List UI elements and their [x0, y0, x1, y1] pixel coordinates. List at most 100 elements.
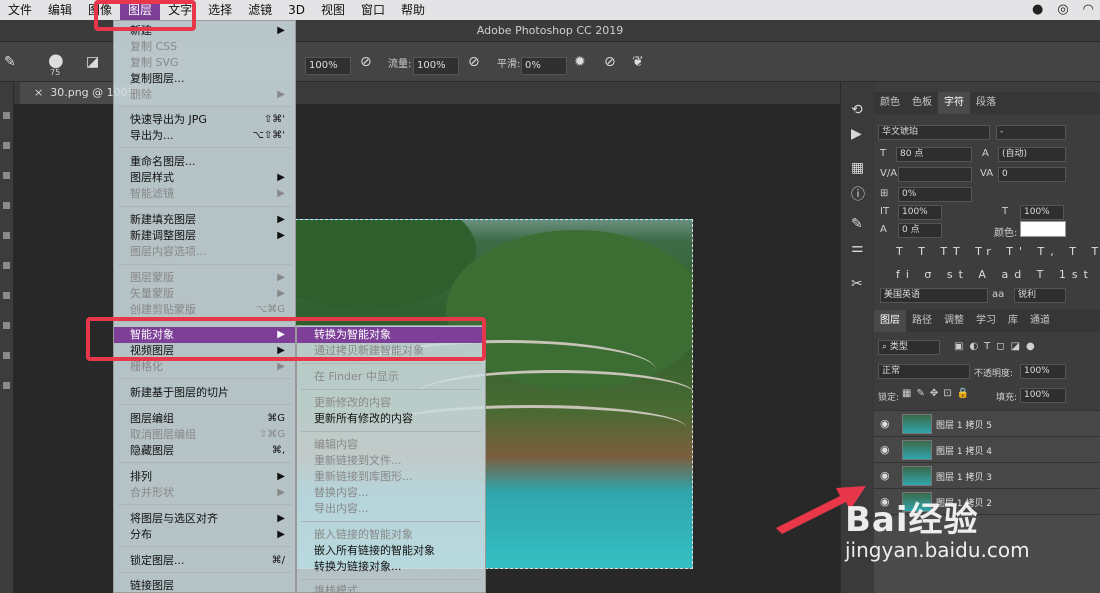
tab-paths[interactable]: 路径 — [906, 310, 938, 332]
tracking-field[interactable]: 0 — [998, 167, 1066, 182]
tab-channels[interactable]: 通道 — [1024, 310, 1056, 332]
airbrush-icon[interactable]: ⊘ — [468, 54, 480, 70]
tab-color[interactable]: 颜色 — [874, 92, 906, 114]
adjust-panel-icon[interactable]: ⚌ — [851, 240, 864, 256]
submenu-item-stack-mode[interactable]: 堆栈模式 — [297, 583, 485, 593]
menu-item-distribute[interactable]: 分布▶ — [114, 527, 295, 543]
visibility-eye-icon[interactable]: ◉ — [880, 417, 890, 430]
vscale-field[interactable]: 100% — [898, 205, 942, 220]
symmetry-icon[interactable]: ❦ — [632, 54, 644, 70]
visibility-eye-icon[interactable]: ◉ — [880, 443, 890, 456]
tsume-field[interactable]: 0% — [898, 187, 972, 202]
menu-item-combine-shapes[interactable]: 合并形状▶ — [114, 485, 295, 501]
visibility-eye-icon[interactable]: ◉ — [880, 469, 890, 482]
brush-settings-icon[interactable]: ◪ — [86, 54, 99, 70]
menu-window[interactable]: 窗口 — [353, 0, 393, 20]
menu-item-quick-export-jpg[interactable]: 快速导出为 JPG⇧⌘' — [114, 112, 295, 128]
menu-item-layer-mask[interactable]: 图层蒙版▶ — [114, 270, 295, 286]
lock-icons[interactable]: ▦✎✥⊡🔒 — [902, 388, 974, 399]
stamp-tool-icon[interactable] — [3, 292, 10, 299]
tab-libraries[interactable]: 库 — [1002, 310, 1024, 332]
pressure-opacity-icon[interactable]: ⊘ — [360, 54, 372, 70]
menu-item-copy-svg[interactable]: 复制 SVG — [114, 55, 295, 71]
language-select[interactable]: 美国英语 — [880, 288, 988, 303]
pen-tool-icon[interactable] — [3, 382, 10, 389]
close-tab-icon[interactable]: × — [34, 86, 50, 99]
menu-item-new-adjustment-layer[interactable]: 新建调整图层▶ — [114, 228, 295, 244]
kerning-field[interactable] — [898, 167, 972, 182]
pressure-size-icon[interactable]: ⊘ — [604, 54, 616, 70]
smoothing-options-icon[interactable]: ✹ — [574, 54, 586, 70]
menu-view[interactable]: 视图 — [313, 0, 353, 20]
submenu-item-embed-all-linked[interactable]: 嵌入所有链接的智能对象 — [297, 543, 485, 559]
menu-item-layer-content-options[interactable]: 图层内容选项... — [114, 244, 295, 260]
baseline-field[interactable]: 0 点 — [898, 223, 942, 238]
menu-item-export-as[interactable]: 导出为...⌥⇧⌘' — [114, 128, 295, 144]
menu-item-duplicate-layer[interactable]: 复制图层... — [114, 71, 295, 87]
menu-item-new-fill-layer[interactable]: 新建填充图层▶ — [114, 212, 295, 228]
submenu-item-update-modified[interactable]: 更新修改的内容 — [297, 395, 485, 411]
layer-filter-icons[interactable]: ▣◐T◻◪● — [954, 341, 1041, 352]
smooth-field[interactable]: 0% — [521, 57, 567, 75]
menu-3d[interactable]: 3D — [280, 0, 313, 20]
wifi-icon[interactable]: ◠ — [1083, 2, 1094, 17]
tab-paragraph[interactable]: 段落 — [970, 92, 1002, 114]
info-icon[interactable]: ⓘ — [851, 184, 865, 204]
tab-layers[interactable]: 图层 — [874, 310, 906, 332]
menu-item-clipping-mask[interactable]: 创建剪贴蒙版⌥⌘G — [114, 302, 295, 318]
play-action-icon[interactable]: ▶ — [851, 126, 862, 142]
antialias-select[interactable]: 锐利 — [1014, 288, 1066, 303]
brush-tool-side-icon[interactable] — [3, 262, 10, 269]
tab-adjustments[interactable]: 调整 — [938, 310, 970, 332]
layer-row[interactable]: ◉ 图层 1 拷贝 5 — [874, 410, 1100, 436]
layer-row[interactable]: ◉ 图层 1 拷贝 3 — [874, 462, 1100, 488]
text-style-buttons[interactable]: T T TT Tr T' T, T T — [896, 245, 1100, 258]
qq-icon[interactable]: ● — [1032, 2, 1043, 17]
opacity-field[interactable]: 100% — [305, 57, 351, 75]
menu-item-smart-filter[interactable]: 智能滤镜▶ — [114, 186, 295, 202]
text-color-swatch[interactable] — [1020, 221, 1066, 237]
menu-item-rename-layer[interactable]: 重命名图层... — [114, 154, 295, 170]
tab-learn[interactable]: 学习 — [970, 310, 1002, 332]
brush-tool-icon[interactable]: ✎ — [4, 54, 16, 70]
menu-select[interactable]: 选择 — [200, 0, 240, 20]
menu-item-layer-style[interactable]: 图层样式▶ — [114, 170, 295, 186]
menu-item-rasterize[interactable]: 栅格化▶ — [114, 359, 295, 375]
tab-character[interactable]: 字符 — [938, 92, 970, 114]
crop-tool-icon[interactable] — [3, 202, 10, 209]
font-size-field[interactable]: 80 点 — [896, 147, 972, 162]
hscale-field[interactable]: 100% — [1020, 205, 1064, 220]
tab-swatches[interactable]: 色板 — [906, 92, 938, 114]
menu-item-copy-css[interactable]: 复制 CSS — [114, 39, 295, 55]
submenu-item-edit-contents[interactable]: 编辑内容 — [297, 437, 485, 453]
libraries-icon[interactable]: ▦ — [851, 160, 864, 176]
submenu-item-relink-to-file[interactable]: 重新链接到文件... — [297, 453, 485, 469]
marquee-tool-icon[interactable] — [3, 142, 10, 149]
history-icon[interactable]: ⟲ — [851, 102, 863, 118]
submenu-item-relink-to-library[interactable]: 重新链接到库图形... — [297, 469, 485, 485]
layer-filter-select[interactable]: ⌕ 类型 — [878, 340, 940, 355]
eyedropper-tool-icon[interactable] — [3, 232, 10, 239]
menu-item-hide-layers[interactable]: 隐藏图层⌘, — [114, 443, 295, 459]
layer-opacity-field[interactable]: 100% — [1020, 364, 1066, 379]
font-style-select[interactable]: - — [996, 125, 1066, 140]
flow-field[interactable]: 100% — [413, 57, 459, 75]
font-family-select[interactable]: 华文琥珀 — [878, 125, 990, 140]
menu-item-vector-mask[interactable]: 矢量蒙版▶ — [114, 286, 295, 302]
submenu-item-replace-contents[interactable]: 替换内容... — [297, 485, 485, 501]
menu-help[interactable]: 帮助 — [393, 0, 433, 20]
menu-file[interactable]: 文件 — [0, 0, 40, 20]
cc-icon[interactable]: ◎ — [1057, 2, 1068, 17]
menu-filter[interactable]: 滤镜 — [240, 0, 280, 20]
menu-item-link-layers[interactable]: 链接图层 — [114, 578, 295, 593]
opentype-buttons[interactable]: fi σ st A ad T 1st ½ — [896, 268, 1100, 281]
brush-panel-icon[interactable]: ✎ — [851, 216, 863, 232]
submenu-item-embed-linked[interactable]: 嵌入链接的智能对象 — [297, 527, 485, 543]
blend-mode-select[interactable]: 正常 — [878, 364, 970, 379]
menu-item-align-to-selection[interactable]: 将图层与选区对齐▶ — [114, 511, 295, 527]
layer-row[interactable]: ◉ 图层 1 拷贝 4 — [874, 436, 1100, 462]
menu-item-lock-layers[interactable]: 锁定图层...⌘/ — [114, 553, 295, 569]
menu-item-new-layer-slice[interactable]: 新建基于图层的切片 — [114, 385, 295, 401]
fill-field[interactable]: 100% — [1020, 388, 1066, 403]
menu-item-ungroup-layers[interactable]: 取消图层编组⇧⌘G — [114, 427, 295, 443]
